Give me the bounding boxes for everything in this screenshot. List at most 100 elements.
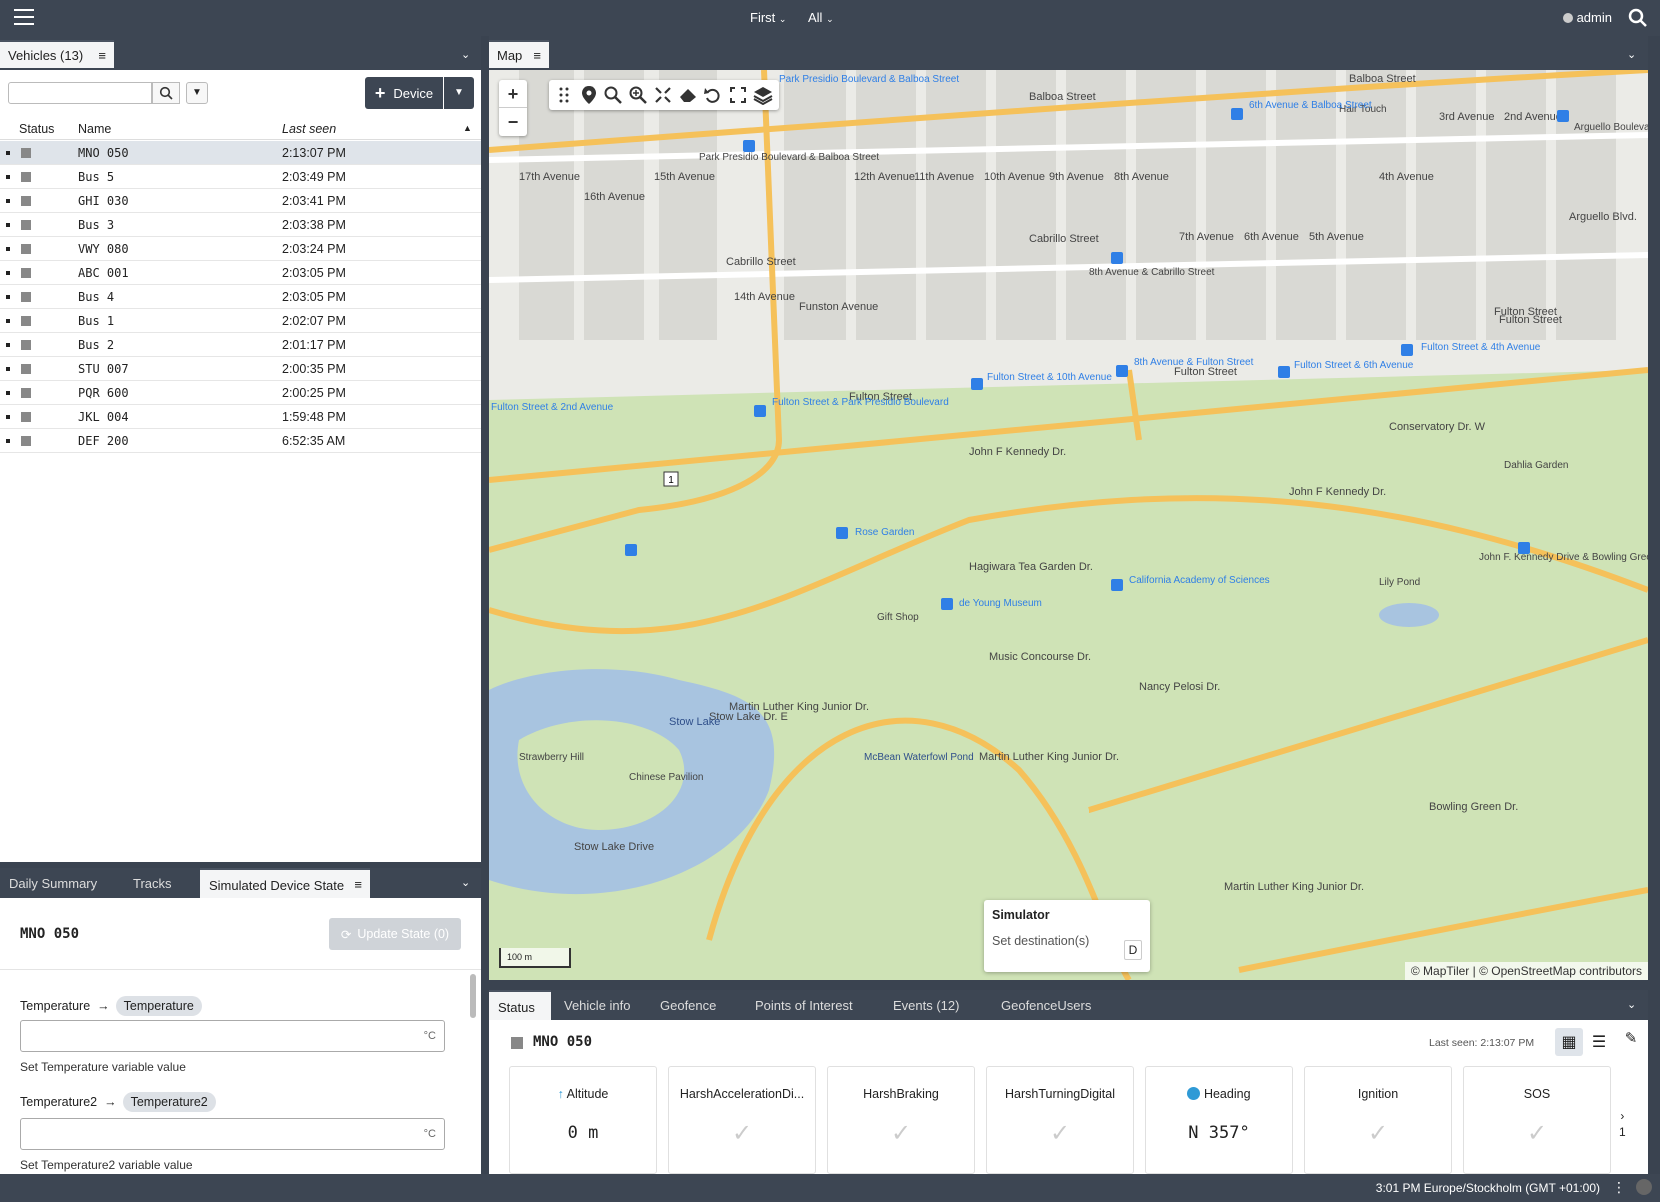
chevron-down-icon[interactable]: ⌄ [461,876,470,889]
zoom-to-icon[interactable] [629,84,648,106]
set-destination-key[interactable]: D [1124,940,1142,960]
edit-button[interactable]: ✎ [1617,1024,1645,1052]
sort-asc-icon[interactable]: ▲ [463,123,472,133]
device-dropdown-toggle[interactable]: ▼ [444,77,474,109]
search-icon[interactable] [604,84,623,106]
status-card-harsh-acceleration[interactable]: HarshAccelerationDi... ✓ [668,1066,816,1174]
tab-vehicles[interactable]: Vehicles (13) ≡ [0,40,114,68]
table-row[interactable]: Bus 2 2:01:17 PM [0,333,481,357]
bus-stop-icon[interactable] [1557,110,1569,122]
status-card-sos[interactable]: SOS ✓ [1463,1066,1611,1174]
user-menu[interactable]: admin [1562,10,1612,25]
table-row[interactable]: JKL 004 1:59:48 PM [0,405,481,429]
status-card-harsh-braking[interactable]: HarshBraking ✓ [827,1066,975,1174]
search-button[interactable] [152,82,180,104]
table-row[interactable]: STU 007 2:00:35 PM [0,357,481,381]
table-row[interactable]: GHI 030 2:03:41 PM [0,189,481,213]
bus-stop-icon[interactable] [836,527,848,539]
menu-icon[interactable]: ≡ [98,48,106,63]
temperature2-input[interactable]: °C [20,1118,445,1150]
chevron-right-icon[interactable]: › [1619,1108,1626,1124]
bus-stop-icon[interactable] [743,140,755,152]
table-row[interactable]: DEF 200 6:52:35 AM [0,429,481,453]
bus-stop-icon[interactable] [971,378,983,390]
menu-icon[interactable]: ≡ [533,48,541,63]
bus-stop-icon[interactable] [1401,344,1413,356]
map-canvas[interactable]: Balboa Street Balboa Street Cabrillo Str… [489,70,1648,980]
grid-view-button[interactable]: ▦ [1555,1028,1583,1056]
map-attribution[interactable]: © MapTiler | © OpenStreetMap contributor… [1404,962,1648,980]
tab-points-of-interest[interactable]: Points of Interest [746,990,862,1020]
table-row[interactable]: Bus 3 2:03:38 PM [0,213,481,237]
bus-stop-icon[interactable] [1111,579,1123,591]
table-row[interactable]: VWY 080 2:03:24 PM [0,237,481,261]
card-value: N 357° [1188,1123,1250,1143]
eraser-icon[interactable] [678,84,698,106]
status-card-heading[interactable]: Heading N 357° [1145,1066,1293,1174]
tab-status[interactable]: Status [489,990,551,1020]
first-dropdown[interactable]: First ⌄ [750,10,786,25]
status-card-altitude[interactable]: ↑ Altitude 0 m [509,1066,657,1174]
map-view[interactable]: Balboa Street Balboa Street Cabrillo Str… [489,70,1648,980]
more-vert-icon[interactable]: ⋮ [1612,1179,1626,1196]
bus-stop-icon[interactable] [1278,366,1290,378]
arrow-right-icon: → [100,1095,117,1109]
fit-bounds-icon[interactable] [653,84,672,106]
card-pager[interactable]: › 1 [1619,1108,1626,1140]
hamburger-icon[interactable] [14,9,34,27]
map-label: Conservatory Dr. W [1389,421,1486,433]
table-row[interactable]: MNO 050 2:13:07 PM [0,141,481,165]
tab-tracks[interactable]: Tracks [124,868,181,898]
bus-stop-icon[interactable] [754,405,766,417]
scrollbar[interactable] [470,974,476,1018]
tab-daily-summary[interactable]: Daily Summary [0,868,106,898]
pin-icon[interactable] [580,84,599,106]
status-card-harsh-turning[interactable]: HarshTurningDigital ✓ [986,1066,1134,1174]
tab-map[interactable]: Map ≡ [489,40,549,68]
bus-stop-icon[interactable] [1231,108,1243,120]
zoom-out-button[interactable]: − [499,108,527,136]
all-dropdown[interactable]: All ⌄ [808,10,834,25]
status-card-ignition[interactable]: Ignition ✓ [1304,1066,1452,1174]
bus-stop-icon[interactable] [1111,252,1123,264]
bus-stop-icon[interactable] [1518,542,1530,554]
fullscreen-icon[interactable] [728,84,747,106]
grid-icon[interactable] [555,84,574,106]
layers-icon[interactable] [753,84,773,106]
column-name[interactable]: Name [78,122,111,136]
chevron-down-icon[interactable]: ⌄ [461,48,470,61]
temperature-input[interactable]: °C [20,1020,445,1052]
info-icon[interactable] [1636,1179,1652,1195]
column-last-seen[interactable]: Last seen [282,122,336,136]
bus-stop-icon[interactable] [625,544,637,556]
tab-geofence[interactable]: Geofence [651,990,725,1020]
column-status[interactable]: Status [19,122,54,136]
bus-stop-icon[interactable] [941,598,953,610]
tab-geofence-users[interactable]: GeofenceUsers [992,990,1100,1020]
tab-vehicle-info[interactable]: Vehicle info [555,990,640,1020]
vehicle-last-seen: 2:02:07 PM [282,314,346,328]
vehicle-search-input[interactable] [8,82,152,104]
vehicle-last-seen: 2:03:24 PM [282,242,346,256]
menu-icon[interactable]: ≡ [354,877,362,892]
table-row[interactable]: ABC 001 2:03:05 PM [0,261,481,285]
list-view-button[interactable]: ☰ [1585,1028,1613,1056]
tab-events[interactable]: Events (12) [884,990,968,1020]
map-label: 9th Avenue [1049,171,1104,183]
zoom-in-button[interactable]: + [499,80,527,108]
add-device-button[interactable]: + Device [365,77,443,109]
set-destination-label[interactable]: Set destination(s) [992,934,1142,948]
search-icon[interactable] [1628,8,1648,28]
table-row[interactable]: Bus 1 2:02:07 PM [0,309,481,333]
table-row[interactable]: Bus 5 2:03:49 PM [0,165,481,189]
update-state-button[interactable]: ⟳ Update State (0) [329,918,461,950]
tab-simulated-device-state[interactable]: Simulated Device State ≡ [200,868,370,898]
table-row[interactable]: Bus 4 2:03:05 PM [0,285,481,309]
filter-dropdown-button[interactable]: ▼ [186,82,208,104]
chevron-down-icon[interactable]: ⌄ [1627,48,1636,61]
table-row[interactable]: PQR 600 2:00:25 PM [0,381,481,405]
bus-stop-icon[interactable] [1116,365,1128,377]
map-label: Lily Pond [1379,577,1420,588]
undo-icon[interactable] [704,84,723,106]
chevron-down-icon[interactable]: ⌄ [1627,998,1636,1011]
